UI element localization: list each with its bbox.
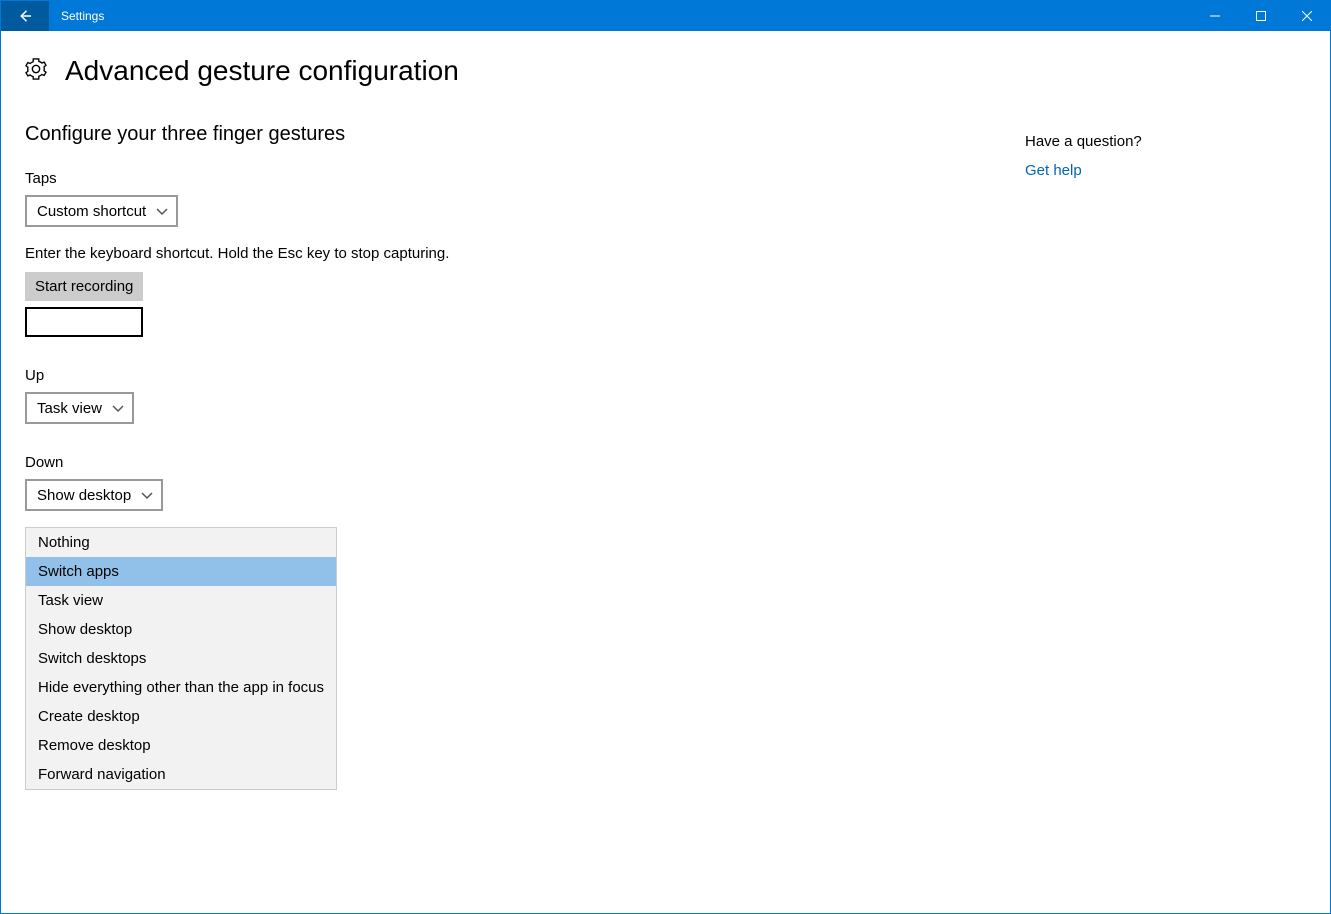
close-button[interactable]: [1284, 1, 1330, 31]
help-sidebar: Have a question? Get help: [1025, 55, 1285, 913]
page-title: Advanced gesture configuration: [65, 55, 459, 87]
down-combobox[interactable]: Show desktop: [25, 479, 163, 511]
chevron-down-icon: [156, 205, 168, 217]
title-bar: Settings: [1, 1, 1330, 31]
down-label: Down: [25, 454, 1025, 471]
up-label: Up: [25, 367, 1025, 384]
taps-combobox[interactable]: Custom shortcut: [25, 195, 178, 227]
help-heading: Have a question?: [1025, 133, 1285, 150]
minimize-icon: [1210, 11, 1220, 21]
up-combobox[interactable]: Task view: [25, 392, 134, 424]
arrow-left-icon: [16, 7, 34, 25]
maximize-button[interactable]: [1238, 1, 1284, 31]
left-dropdown-menu[interactable]: Nothing Switch apps Task view Show deskt…: [25, 527, 337, 790]
chevron-down-icon: [112, 402, 124, 414]
window-controls: [1192, 1, 1330, 31]
maximize-icon: [1256, 11, 1266, 21]
chevron-down-icon: [141, 489, 153, 501]
menu-item-switch-desktops[interactable]: Switch desktops: [26, 644, 336, 673]
window-title: Settings: [49, 1, 1192, 31]
menu-item-create-desktop[interactable]: Create desktop: [26, 702, 336, 731]
menu-item-task-view[interactable]: Task view: [26, 586, 336, 615]
up-combobox-value: Task view: [37, 400, 102, 417]
gear-icon: [25, 58, 47, 85]
shortcut-input[interactable]: [25, 307, 143, 337]
taps-label: Taps: [25, 170, 1025, 187]
section-heading: Configure your three finger gestures: [25, 123, 1025, 146]
menu-item-switch-apps[interactable]: Switch apps: [26, 557, 336, 586]
back-button[interactable]: [1, 1, 49, 31]
up-field: Up Task view: [25, 367, 1025, 424]
taps-field: Taps Custom shortcut Enter the keyboard …: [25, 170, 1025, 337]
menu-item-show-desktop[interactable]: Show desktop: [26, 615, 336, 644]
get-help-link[interactable]: Get help: [1025, 162, 1082, 179]
menu-item-hide-everything[interactable]: Hide everything other than the app in fo…: [26, 673, 336, 702]
start-recording-button[interactable]: Start recording: [25, 272, 143, 301]
taps-combobox-value: Custom shortcut: [37, 203, 146, 220]
down-combobox-value: Show desktop: [37, 487, 131, 504]
menu-item-remove-desktop[interactable]: Remove desktop: [26, 731, 336, 760]
down-field: Down Show desktop: [25, 454, 1025, 511]
menu-item-nothing[interactable]: Nothing: [26, 528, 336, 557]
minimize-button[interactable]: [1192, 1, 1238, 31]
shortcut-hint: Enter the keyboard shortcut. Hold the Es…: [25, 245, 1025, 262]
close-icon: [1302, 11, 1312, 21]
page-header: Advanced gesture configuration: [25, 55, 1025, 87]
menu-item-forward-navigation[interactable]: Forward navigation: [26, 760, 336, 789]
